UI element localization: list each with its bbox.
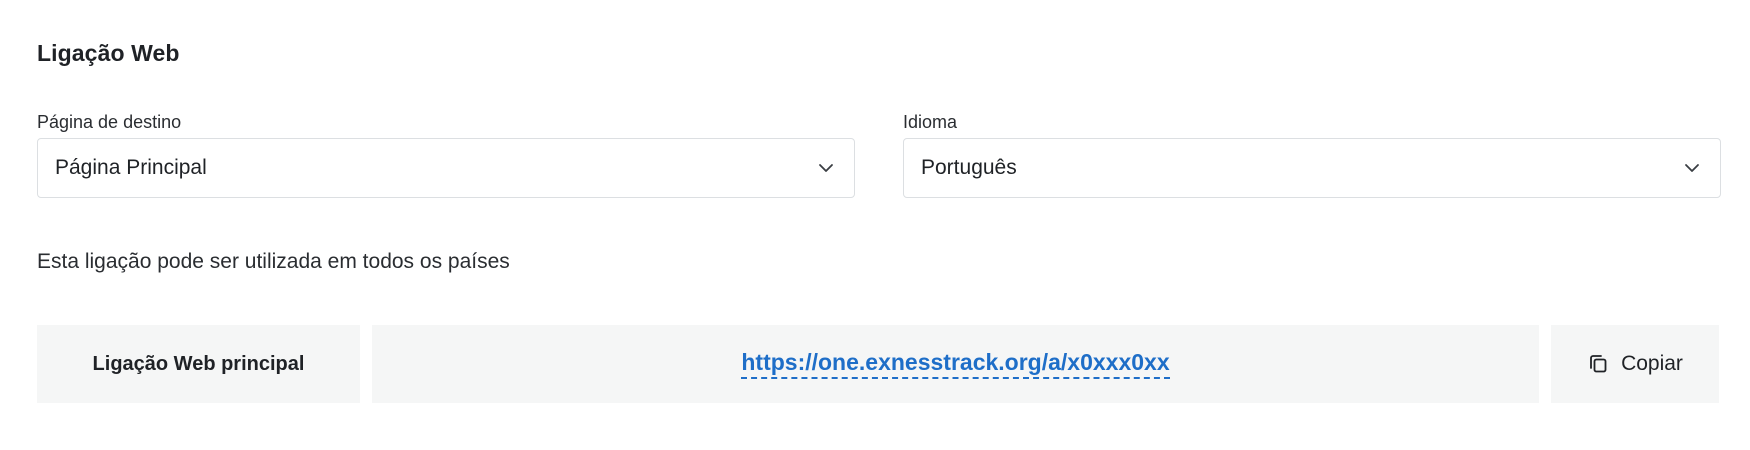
tracking-link[interactable]: https://one.exnesstrack.org/a/x0xxx0xx <box>741 349 1170 379</box>
destination-field: Página de destino Página Principal <box>37 110 855 198</box>
language-select[interactable]: Português <box>903 138 1721 198</box>
copy-button[interactable]: Copiar <box>1551 325 1719 403</box>
language-label: Idioma <box>903 112 958 132</box>
language-field: Idioma Português <box>903 110 1721 198</box>
destination-label: Página de destino <box>37 112 182 132</box>
link-type-label: Ligação Web principal <box>37 325 360 403</box>
language-value: Português <box>921 156 1017 179</box>
availability-notice: Esta ligação pode ser utilizada em todos… <box>37 250 510 273</box>
link-row: Ligação Web principal https://one.exness… <box>37 325 1719 403</box>
copy-label: Copiar <box>1621 352 1683 375</box>
destination-select[interactable]: Página Principal <box>37 138 855 198</box>
chevron-down-icon <box>819 164 833 172</box>
destination-value: Página Principal <box>55 156 207 179</box>
copy-icon <box>1590 355 1607 373</box>
link-url-cell: https://one.exnesstrack.org/a/x0xxx0xx <box>372 325 1539 403</box>
web-link-panel: Ligação Web Página de destino Página Pri… <box>0 0 1750 450</box>
chevron-down-icon <box>1685 164 1699 172</box>
section-title: Ligação Web <box>37 40 180 66</box>
